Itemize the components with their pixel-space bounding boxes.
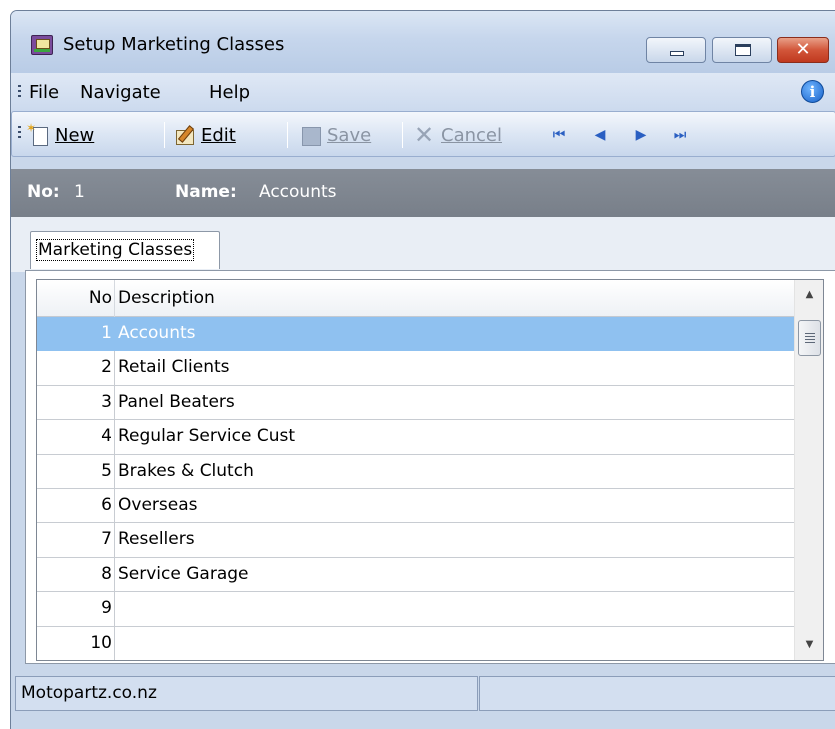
save-button[interactable]: Save <box>300 122 371 148</box>
header-spacer <box>11 157 835 169</box>
record-header: No: 1 Name: Accounts <box>11 169 835 217</box>
menu-bar: File Navigate Help i <box>11 73 835 111</box>
cell-no: 9 <box>37 592 115 626</box>
status-bar: Motopartz.co.nz <box>11 664 835 729</box>
edit-button[interactable]: Edit <box>174 122 236 148</box>
table-row[interactable]: 7 Resellers <box>37 523 794 558</box>
column-header-description[interactable]: Description <box>118 280 215 317</box>
table-row[interactable]: 10 <box>37 626 794 660</box>
new-button[interactable]: New <box>26 121 95 148</box>
previous-record-icon[interactable]: ◀ <box>590 125 610 145</box>
toolbar-separator <box>402 122 403 148</box>
status-pane-empty <box>479 676 835 711</box>
toolbar-separator <box>287 122 288 148</box>
table-row[interactable]: 8 Service Garage <box>37 557 794 593</box>
cell-description: Regular Service Cust <box>118 426 296 447</box>
minimize-icon <box>670 51 684 56</box>
cell-no: 7 <box>37 523 115 557</box>
cell-description: Service Garage <box>118 563 249 584</box>
table-row[interactable]: 2 Retail Clients <box>37 351 794 386</box>
tab-marketing-classes[interactable]: Marketing Classes <box>30 231 220 269</box>
tab-strip: Marketing Classes <box>11 217 835 272</box>
marketing-classes-grid: No Description 1 Accounts 2 Retail Clients 3… <box>36 279 824 661</box>
save-button-label: Save <box>327 124 372 146</box>
edit-button-label: Edit <box>201 124 236 146</box>
column-header-no[interactable]: No <box>37 280 115 317</box>
scroll-up-icon[interactable]: ▲ <box>795 280 823 310</box>
cell-description: Resellers <box>118 529 195 550</box>
cell-no: 10 <box>37 626 115 660</box>
tab-panel: No Description 1 Accounts 2 Retail Clients 3… <box>25 270 835 664</box>
close-button[interactable]: ✕ <box>777 37 829 63</box>
menu-help[interactable]: Help <box>209 82 250 103</box>
cell-description: Brakes & Clutch <box>118 460 254 481</box>
cell-description: Overseas <box>118 494 198 515</box>
last-record-icon[interactable]: ⏭ <box>670 125 690 145</box>
scroll-down-icon[interactable]: ▼ <box>795 630 823 660</box>
table-row[interactable]: 4 Regular Service Cust <box>37 420 794 455</box>
tab-label: Marketing Classes <box>36 239 195 261</box>
cell-no: 4 <box>37 420 115 454</box>
setup-marketing-classes-window: Setup Marketing Classes ✕ File Navigate … <box>10 10 835 729</box>
cell-no: 5 <box>37 454 115 488</box>
grid-header: No Description <box>37 280 794 317</box>
close-icon: ✕ <box>795 39 811 60</box>
record-no-label: No: <box>27 182 60 202</box>
table-row[interactable]: 9 <box>37 592 794 627</box>
toolbar: New Edit Save ✕ Cancel ⏮ ◀ ▶ ⏭ <box>11 111 835 157</box>
maximize-icon <box>735 44 751 56</box>
scroll-thumb[interactable] <box>798 320 821 356</box>
table-row[interactable]: 3 Panel Beaters <box>37 385 794 421</box>
next-record-icon[interactable]: ▶ <box>631 125 651 145</box>
cell-description: Accounts <box>118 323 196 343</box>
cell-no: 6 <box>37 488 115 523</box>
window-title: Setup Marketing Classes <box>63 34 285 55</box>
status-company: Motopartz.co.nz <box>15 676 478 711</box>
toolbar-separator <box>164 122 165 148</box>
toolbar-grip-icon[interactable] <box>18 126 21 140</box>
menu-grip-icon[interactable] <box>18 85 21 99</box>
record-name-value: Accounts <box>259 182 337 202</box>
table-row[interactable]: 5 Brakes & Clutch <box>37 454 794 489</box>
minimize-button[interactable] <box>646 37 706 63</box>
info-icon[interactable]: i <box>801 80 824 103</box>
cell-description: Retail Clients <box>118 357 230 378</box>
grip-lines-icon <box>805 333 815 343</box>
cell-no: 2 <box>37 351 115 385</box>
table-row[interactable]: 6 Overseas <box>37 488 794 524</box>
cell-no: 8 <box>37 557 115 592</box>
menu-file[interactable]: File <box>29 82 59 103</box>
new-document-icon <box>26 121 50 146</box>
table-row[interactable]: 1 Accounts <box>37 317 794 352</box>
title-bar[interactable]: Setup Marketing Classes ✕ <box>11 11 835 73</box>
app-icon <box>31 35 53 55</box>
edit-icon <box>174 125 196 145</box>
vertical-scrollbar[interactable]: ▲ ▼ <box>794 280 823 660</box>
cell-no: 1 <box>37 317 115 351</box>
menu-navigate[interactable]: Navigate <box>80 82 161 103</box>
maximize-button[interactable] <box>712 37 772 63</box>
cell-description: Panel Beaters <box>118 391 235 412</box>
first-record-icon[interactable]: ⏮ <box>549 125 569 145</box>
cancel-x-icon: ✕ <box>414 121 435 149</box>
new-button-label: New <box>55 124 95 146</box>
grid-rows: 1 Accounts 2 Retail Clients 3 Panel Beaters 4 R… <box>37 317 794 660</box>
cancel-button-label: Cancel <box>441 124 502 146</box>
cancel-button[interactable]: ✕ Cancel <box>414 122 502 148</box>
record-name-label: Name: <box>175 182 237 202</box>
record-no-value: 1 <box>74 182 85 202</box>
cell-no: 3 <box>37 385 115 420</box>
save-disk-icon <box>300 125 322 146</box>
